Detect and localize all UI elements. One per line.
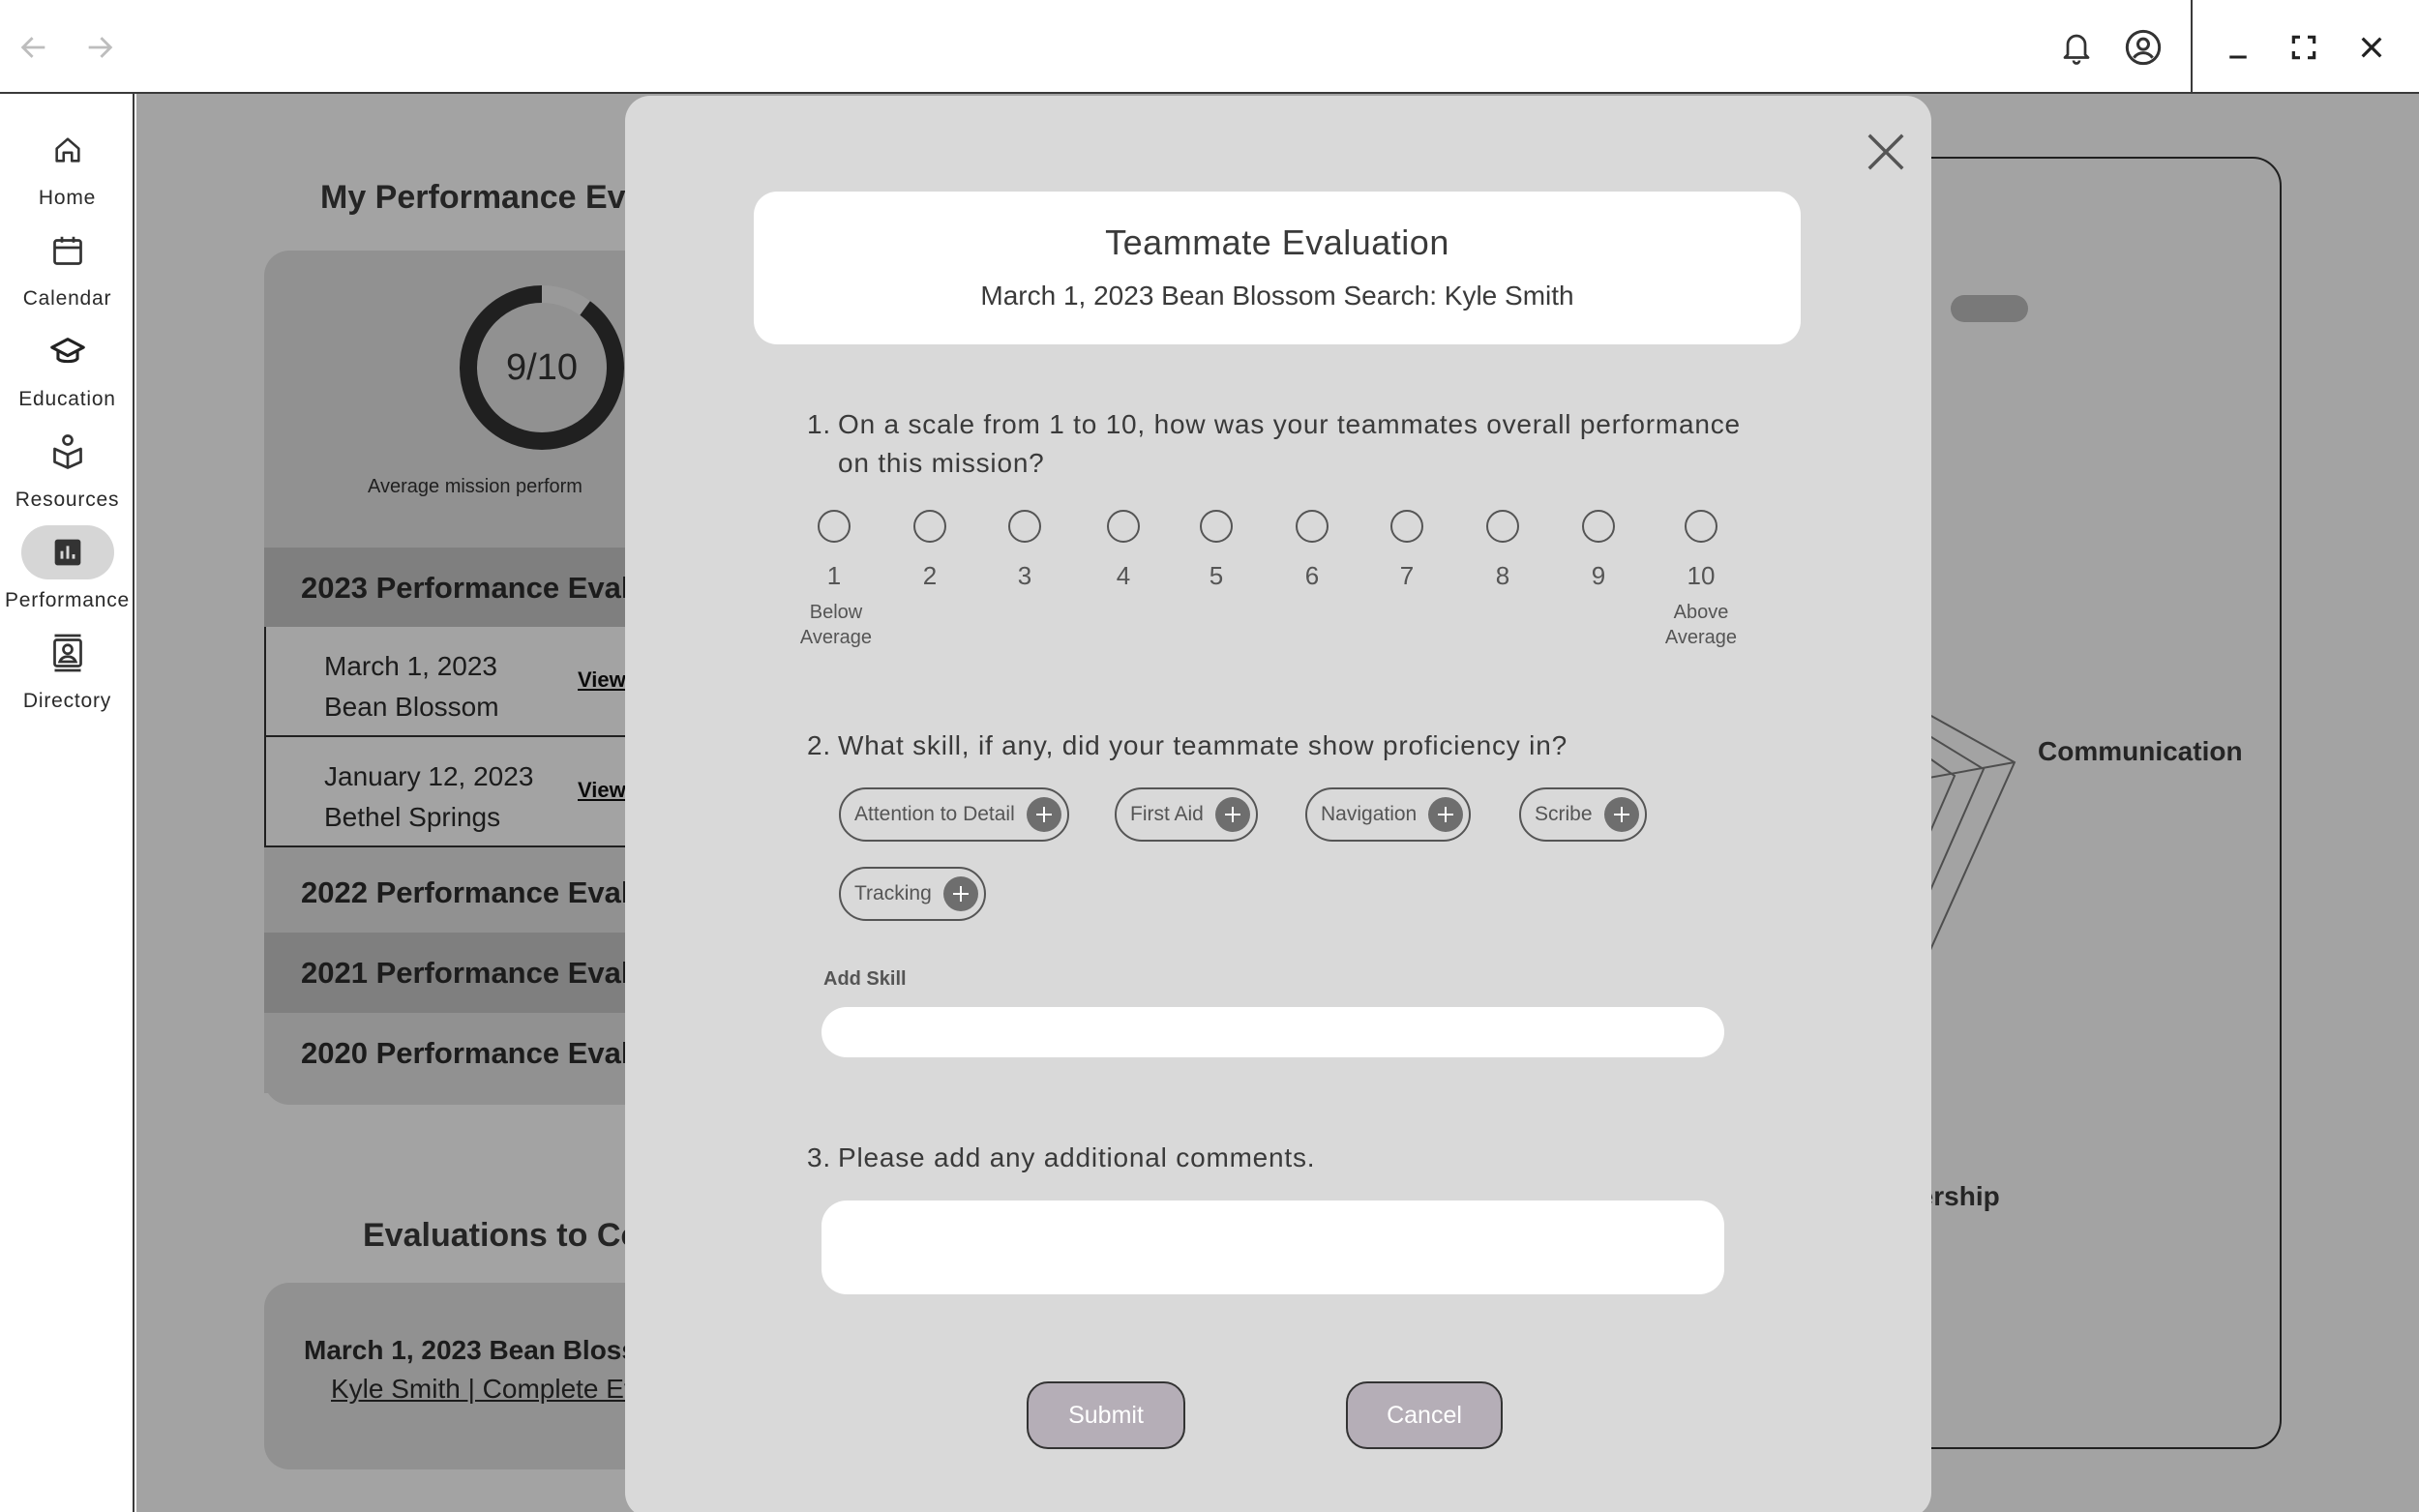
- modal-subtitle: March 1, 2023 Bean Blossom Search: Kyle …: [980, 281, 1574, 311]
- modal-header-card: [754, 192, 1801, 344]
- add-skill-icon[interactable]: [1603, 797, 1639, 832]
- calendar-icon: [21, 223, 114, 278]
- question-text-line1: On a scale from 1 to 10, how was your te…: [838, 409, 1741, 439]
- rating-radio-1[interactable]: [818, 510, 851, 543]
- rating-label: 5: [1209, 561, 1224, 590]
- rating-label: 4: [1116, 561, 1131, 590]
- top-bar: [0, 0, 2419, 94]
- add-skill-icon[interactable]: [1026, 797, 1061, 832]
- skill-chip-label: Attention to Detail: [854, 803, 1015, 825]
- question-text: What skill, if any, did your teammate sh…: [838, 730, 1568, 760]
- window-controls-divider: [2191, 0, 2193, 94]
- sidebar-item-home[interactable]: Home: [0, 123, 134, 210]
- question-1: 1. On a scale from 1 to 10, how was your…: [807, 405, 1775, 487]
- bell-icon[interactable]: [2055, 25, 2098, 70]
- close-icon[interactable]: [1860, 126, 1912, 178]
- arrow-left-icon[interactable]: [14, 27, 54, 68]
- resources-icon: [21, 425, 114, 479]
- rating-radio-9[interactable]: [1582, 510, 1615, 543]
- rating-anchor-high: Above Average: [1648, 600, 1754, 650]
- sidebar-item-label: Performance: [4, 589, 131, 611]
- question-number: 1.: [807, 409, 831, 439]
- rating-radio-2[interactable]: [913, 510, 946, 543]
- rating-label: 9: [1591, 561, 1606, 590]
- skill-chip-first-aid: First Aid: [1115, 787, 1258, 842]
- add-skill-icon[interactable]: [942, 876, 978, 911]
- anchor-text: Above: [1673, 602, 1729, 623]
- rating-label: 10: [1687, 561, 1716, 590]
- sidebar-item-calendar[interactable]: Calendar: [0, 223, 134, 311]
- rating-radio-7[interactable]: [1390, 510, 1423, 543]
- rating-radio-4[interactable]: [1107, 510, 1140, 543]
- rating-anchor-low: Below Average: [783, 600, 889, 650]
- skill-chip-navigation: Navigation: [1305, 787, 1472, 842]
- question-number: 3.: [807, 1142, 831, 1172]
- skill-chip-tracking: Tracking: [839, 867, 986, 921]
- add-skill-icon[interactable]: [1428, 797, 1464, 832]
- skill-chip-attention-to-detail: Attention to Detail: [839, 787, 1069, 842]
- account-circle-icon[interactable]: [2121, 25, 2165, 70]
- bar-chart-icon: [20, 525, 114, 579]
- anchor-text: Below: [809, 602, 863, 623]
- add-skill-label: Add Skill: [823, 968, 907, 990]
- cancel-button[interactable]: Cancel: [1346, 1381, 1503, 1449]
- skill-chip-scribe: Scribe: [1519, 787, 1647, 842]
- anchor-text: Average: [799, 627, 873, 648]
- arrow-right-icon[interactable]: [79, 27, 120, 68]
- skill-chip-label: Tracking: [854, 882, 932, 904]
- sidebar-item-label: Directory: [22, 690, 112, 712]
- rating-radio-6[interactable]: [1296, 510, 1329, 543]
- rating-radio-8[interactable]: [1486, 510, 1519, 543]
- rating-label: 1: [826, 561, 842, 590]
- skill-chip-label: First Aid: [1130, 803, 1204, 825]
- sidebar-item-directory[interactable]: Directory: [0, 626, 134, 713]
- contact-card-icon: [21, 626, 114, 680]
- rating-label: 7: [1399, 561, 1415, 590]
- school-icon: [21, 324, 114, 378]
- fullscreen-icon[interactable]: [2284, 27, 2324, 68]
- modal-title: Teammate Evaluation: [1105, 222, 1449, 262]
- sidebar-item-performance[interactable]: Performance: [0, 525, 134, 612]
- minimize-icon[interactable]: [2218, 27, 2258, 68]
- sidebar: Home Calendar Education Resources Perfor…: [0, 94, 134, 1512]
- rating-radio-3[interactable]: [1008, 510, 1041, 543]
- question-text: Please add any additional comments.: [838, 1142, 1316, 1172]
- rating-label: 6: [1304, 561, 1320, 590]
- sidebar-item-label: Education: [18, 388, 116, 410]
- skill-chip-label: Scribe: [1535, 803, 1593, 825]
- add-skill-icon[interactable]: [1214, 797, 1250, 832]
- anchor-text: Average: [1664, 627, 1738, 648]
- add-skill-input[interactable]: [821, 1007, 1724, 1057]
- home-icon: [21, 123, 114, 177]
- submit-button[interactable]: Submit: [1027, 1381, 1185, 1449]
- question-text-line2: on this mission?: [838, 448, 1045, 478]
- sidebar-item-resources[interactable]: Resources: [0, 425, 134, 512]
- sidebar-item-label: Home: [38, 187, 97, 209]
- rating-radio-5[interactable]: [1200, 510, 1233, 543]
- close-icon[interactable]: [2351, 27, 2392, 68]
- sidebar-item-label: Calendar: [22, 287, 112, 310]
- question-3: 3. Please add any additional comments.: [807, 1139, 1775, 1179]
- rating-radio-10[interactable]: [1685, 510, 1717, 543]
- skill-chip-label: Navigation: [1321, 803, 1418, 825]
- rating-label: 8: [1495, 561, 1510, 590]
- comments-textarea[interactable]: [821, 1201, 1724, 1294]
- sidebar-item-education[interactable]: Education: [0, 324, 134, 411]
- question-2: 2. What skill, if any, did your teammate…: [807, 726, 1775, 767]
- question-number: 2.: [807, 730, 831, 760]
- rating-label: 2: [922, 561, 938, 590]
- rating-label: 3: [1017, 561, 1032, 590]
- sidebar-item-label: Resources: [15, 489, 120, 511]
